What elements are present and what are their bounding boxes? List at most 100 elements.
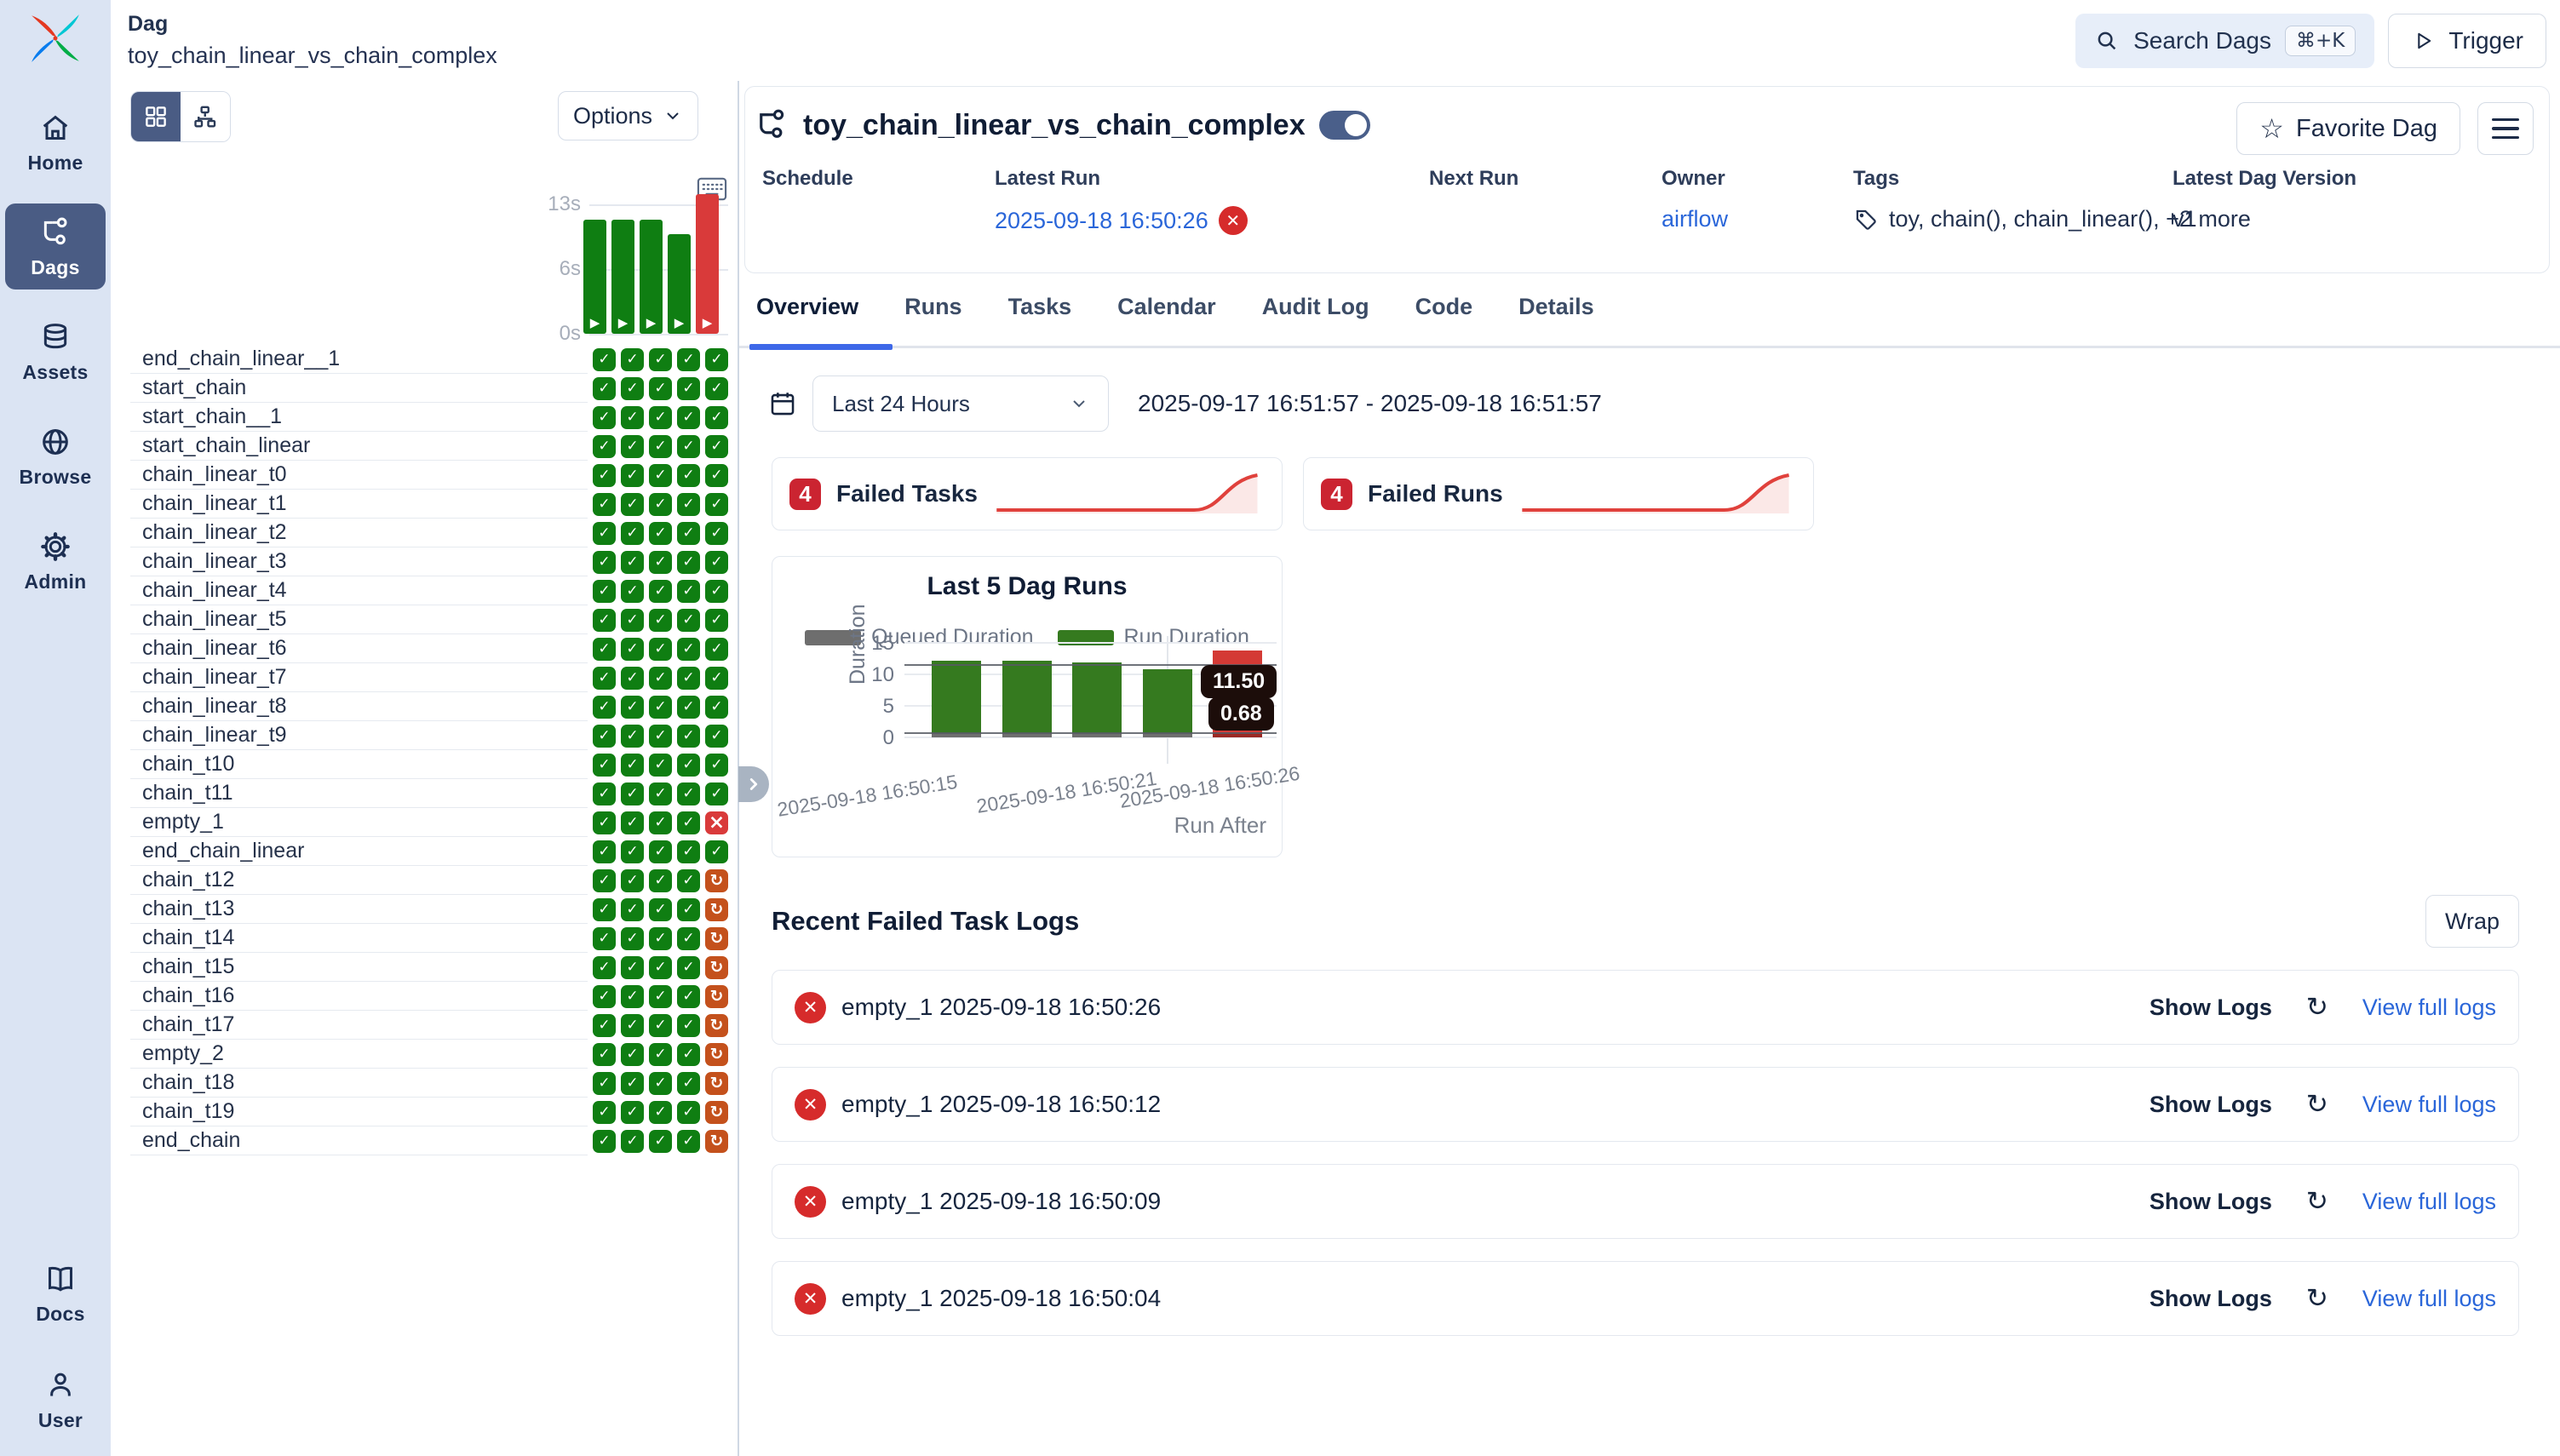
task-name[interactable]: start_chain: [130, 374, 588, 403]
task-instance-success-icon[interactable]: ✓: [593, 725, 616, 748]
task-instance-success-icon[interactable]: ✓: [705, 840, 728, 863]
task-instance-success-icon[interactable]: ✓: [677, 956, 700, 979]
task-instance-success-icon[interactable]: ✓: [621, 869, 644, 892]
task-instance-success-icon[interactable]: ✓: [593, 377, 616, 400]
task-instance-success-icon[interactable]: ✓: [593, 1014, 616, 1037]
task-name[interactable]: chain_t17: [130, 1011, 588, 1040]
task-instance-success-icon[interactable]: ✓: [593, 348, 616, 371]
task-instance-success-icon[interactable]: ✓: [621, 464, 644, 487]
tab-tasks[interactable]: Tasks: [1008, 294, 1072, 346]
task-instance-success-icon[interactable]: ✓: [705, 754, 728, 777]
tab-runs[interactable]: Runs: [904, 294, 962, 346]
task-instance-success-icon[interactable]: ✓: [593, 580, 616, 603]
task-instance-success-icon[interactable]: ✓: [705, 493, 728, 516]
task-instance-success-icon[interactable]: ✓: [621, 1130, 644, 1153]
show-logs-button[interactable]: Show Logs: [2150, 1189, 2272, 1215]
sidebar-item-dags[interactable]: Dags: [5, 203, 106, 289]
task-instance-success-icon[interactable]: ✓: [621, 1101, 644, 1124]
task-instance-success-icon[interactable]: ✓: [677, 840, 700, 863]
task-instance-success-icon[interactable]: ✓: [593, 493, 616, 516]
refresh-icon[interactable]: ↻: [2306, 1089, 2328, 1120]
task-instance-success-icon[interactable]: ✓: [621, 1014, 644, 1037]
task-instance-success-icon[interactable]: ✓: [593, 464, 616, 487]
task-name[interactable]: end_chain_linear__1: [130, 345, 588, 374]
task-instance-up_for_retry-icon[interactable]: ↻: [705, 956, 728, 979]
task-instance-success-icon[interactable]: ✓: [621, 522, 644, 545]
task-name[interactable]: chain_linear_t7: [130, 663, 588, 692]
task-instance-success-icon[interactable]: ✓: [621, 985, 644, 1008]
task-instance-success-icon[interactable]: ✓: [649, 754, 672, 777]
task-instance-success-icon[interactable]: ✓: [593, 522, 616, 545]
task-name[interactable]: chain_t10: [130, 750, 588, 779]
dag-menu-button[interactable]: [2477, 102, 2534, 155]
task-instance-success-icon[interactable]: ✓: [677, 667, 700, 690]
task-instance-success-icon[interactable]: ✓: [593, 869, 616, 892]
task-instance-success-icon[interactable]: ✓: [677, 580, 700, 603]
sidebar-item-browse[interactable]: Browse: [5, 413, 106, 499]
show-logs-button[interactable]: Show Logs: [2150, 1286, 2272, 1312]
task-instance-success-icon[interactable]: ✓: [649, 869, 672, 892]
task-name[interactable]: chain_linear_t6: [130, 634, 588, 663]
wrap-button[interactable]: Wrap: [2425, 895, 2519, 948]
task-instance-success-icon[interactable]: ✓: [677, 609, 700, 632]
task-instance-success-icon[interactable]: ✓: [677, 1101, 700, 1124]
task-instance-success-icon[interactable]: ✓: [649, 898, 672, 921]
task-instance-success-icon[interactable]: ✓: [705, 638, 728, 661]
task-name[interactable]: chain_t18: [130, 1069, 588, 1098]
task-instance-success-icon[interactable]: ✓: [705, 725, 728, 748]
refresh-icon[interactable]: ↻: [2306, 992, 2328, 1023]
task-instance-success-icon[interactable]: ✓: [649, 1043, 672, 1066]
sidebar-item-docs[interactable]: Docs: [10, 1250, 111, 1336]
task-name[interactable]: chain_linear_t0: [130, 461, 588, 490]
task-instance-success-icon[interactable]: ✓: [621, 1072, 644, 1095]
task-instance-success-icon[interactable]: ✓: [593, 696, 616, 719]
latest-run-link[interactable]: 2025-09-18 16:50:26: [995, 208, 1208, 234]
task-instance-success-icon[interactable]: ✓: [621, 348, 644, 371]
task-instance-success-icon[interactable]: ✓: [649, 493, 672, 516]
task-instance-success-icon[interactable]: ✓: [649, 377, 672, 400]
task-instance-success-icon[interactable]: ✓: [677, 406, 700, 429]
chart-bar-success[interactable]: [1072, 662, 1122, 737]
task-instance-success-icon[interactable]: ✓: [593, 840, 616, 863]
task-name[interactable]: chain_linear_t2: [130, 519, 588, 547]
task-instance-success-icon[interactable]: ✓: [593, 1043, 616, 1066]
task-instance-success-icon[interactable]: ✓: [593, 782, 616, 805]
tab-code[interactable]: Code: [1415, 294, 1473, 346]
favorite-dag-button[interactable]: ☆ Favorite Dag: [2236, 102, 2460, 155]
failed-tasks-card[interactable]: 4 Failed Tasks: [772, 457, 1283, 530]
task-name[interactable]: chain_t12: [130, 866, 588, 895]
task-instance-success-icon[interactable]: ✓: [621, 435, 644, 458]
task-instance-success-icon[interactable]: ✓: [593, 985, 616, 1008]
task-instance-success-icon[interactable]: ✓: [649, 522, 672, 545]
task-instance-success-icon[interactable]: ✓: [649, 811, 672, 834]
view-full-logs-link[interactable]: View full logs: [2362, 1286, 2496, 1312]
task-instance-success-icon[interactable]: ✓: [705, 377, 728, 400]
task-instance-success-icon[interactable]: ✓: [677, 348, 700, 371]
tab-overview[interactable]: Overview: [756, 294, 858, 346]
task-name[interactable]: empty_1: [130, 808, 588, 837]
task-instance-success-icon[interactable]: ✓: [677, 638, 700, 661]
task-name[interactable]: chain_linear_t4: [130, 576, 588, 605]
task-instance-success-icon[interactable]: ✓: [705, 406, 728, 429]
task-instance-success-icon[interactable]: ✓: [677, 1014, 700, 1037]
task-instance-success-icon[interactable]: ✓: [677, 898, 700, 921]
task-instance-success-icon[interactable]: ✓: [649, 609, 672, 632]
task-instance-success-icon[interactable]: ✓: [621, 725, 644, 748]
sidebar-item-user[interactable]: User: [10, 1356, 111, 1442]
tab-calendar[interactable]: Calendar: [1117, 294, 1216, 346]
task-instance-success-icon[interactable]: ✓: [621, 754, 644, 777]
task-instance-success-icon[interactable]: ✓: [677, 869, 700, 892]
task-instance-success-icon[interactable]: ✓: [593, 754, 616, 777]
task-instance-success-icon[interactable]: ✓: [677, 782, 700, 805]
dag-run-bar-success[interactable]: ▶: [640, 220, 663, 334]
task-instance-success-icon[interactable]: ✓: [677, 435, 700, 458]
task-instance-success-icon[interactable]: ✓: [677, 1072, 700, 1095]
dag-run-bar-success[interactable]: ▶: [668, 234, 691, 334]
task-instance-success-icon[interactable]: ✓: [649, 956, 672, 979]
view-full-logs-link[interactable]: View full logs: [2362, 995, 2496, 1021]
task-instance-success-icon[interactable]: ✓: [621, 696, 644, 719]
view-full-logs-link[interactable]: View full logs: [2362, 1092, 2496, 1118]
task-name[interactable]: end_chain: [130, 1126, 588, 1155]
task-instance-success-icon[interactable]: ✓: [649, 580, 672, 603]
trigger-button[interactable]: Trigger: [2388, 14, 2546, 68]
